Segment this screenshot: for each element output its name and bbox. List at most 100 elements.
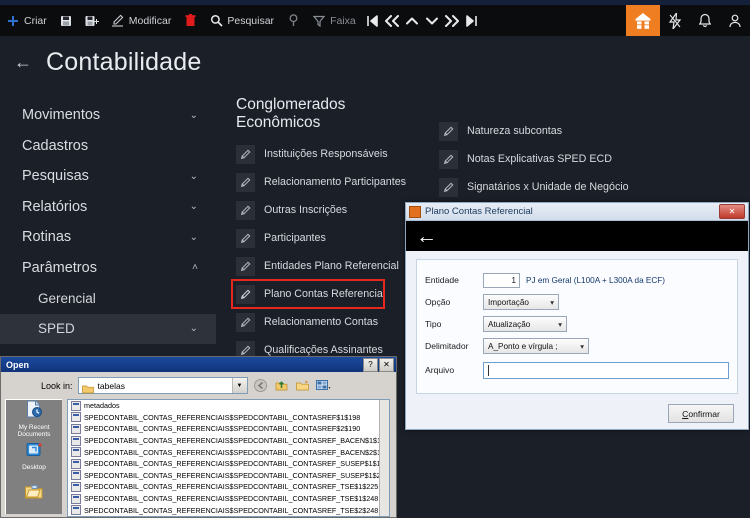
user-menu-button[interactable] xyxy=(720,5,750,36)
close-icon[interactable]: ✕ xyxy=(719,204,745,219)
look-in-value: tabelas xyxy=(97,380,125,391)
chevron-down-icon: ⌄ xyxy=(189,323,198,335)
list-item[interactable]: SPEDCONTABIL_CONTAS_REFERENCIAIS$SPEDCON… xyxy=(68,423,389,435)
sidebar-item-cadastros[interactable]: Cadastros xyxy=(0,131,216,162)
previous-page-icon xyxy=(384,14,399,27)
user-icon xyxy=(729,14,741,27)
search-button[interactable]: Pesquisar xyxy=(203,5,280,36)
dialog-title-bar[interactable]: Plano Contas Referencial ✕ xyxy=(406,203,748,221)
opcao-label: Opção xyxy=(425,297,451,307)
arquivo-input[interactable] xyxy=(483,361,729,379)
tipo-value: Atualização xyxy=(488,319,531,329)
menu-item-participantes[interactable]: Participantes xyxy=(232,224,432,252)
menu-item-notas-explicativas-sped-ecd[interactable]: Notas Explicativas SPED ECD xyxy=(435,145,665,173)
first-record-button[interactable] xyxy=(362,5,382,36)
chevron-down-icon[interactable]: ▼ xyxy=(231,378,247,393)
sidebar-item-label: Movimentos xyxy=(22,107,101,124)
file-list[interactable]: metadados SPEDCONTABIL_CONTAS_REFERENCIA… xyxy=(67,399,390,517)
sidebar-item-rotinas[interactable]: Rotinas ⌄ xyxy=(0,222,216,253)
sidebar-item-movimentos[interactable]: Movimentos ⌄ xyxy=(0,100,216,131)
sidebar-item-label: Parâmetros xyxy=(22,259,97,276)
sidebar-item-gerencial[interactable]: Gerencial xyxy=(0,283,216,314)
home-button[interactable] xyxy=(626,5,660,36)
place-desktop[interactable]: Desktop xyxy=(6,438,62,476)
confirm-button[interactable]: Confirmar xyxy=(668,404,734,423)
menu-item-label: Relacionamento Contas xyxy=(264,316,379,328)
menu-item-relacionamento-contas[interactable]: Relacionamento Contas xyxy=(232,308,432,336)
pencil-icon xyxy=(439,177,458,197)
previous-page-button[interactable] xyxy=(382,5,402,36)
menu-item-outras-inscricoes[interactable]: Outras Inscrições xyxy=(232,196,432,224)
sidebar-item-sped[interactable]: SPED ⌄ xyxy=(0,313,216,344)
menu-item-relacionamento-participantes[interactable]: Relacionamento Participantes xyxy=(232,168,432,196)
look-in-combo[interactable]: tabelas ▼ xyxy=(77,377,248,394)
place-my-recent-documents[interactable]: My Recent Documents xyxy=(6,400,62,438)
menu-item-label: Outras Inscrições xyxy=(264,204,348,216)
views-icon[interactable] xyxy=(316,378,332,393)
help-icon[interactable]: ? xyxy=(363,357,378,372)
pin-button[interactable] xyxy=(280,5,306,36)
create-label: Criar xyxy=(24,14,47,27)
range-filter-button[interactable]: Faixa xyxy=(306,5,362,36)
modify-button[interactable]: Modificar xyxy=(105,5,178,36)
menu-item-natureza-subcontas[interactable]: Natureza subcontas xyxy=(435,117,665,145)
sidebar-item-relatorios[interactable]: Relatórios ⌄ xyxy=(0,192,216,223)
place-my-documents[interactable] xyxy=(6,476,62,514)
open-dialog-title-bar[interactable]: Open ? ✕ xyxy=(1,357,396,372)
tipo-label: Tipo xyxy=(425,319,442,329)
dialog-title: Plano Contas Referencial xyxy=(425,206,533,217)
list-item[interactable]: SPEDCONTABIL_CONTAS_REFERENCIAIS$SPEDCON… xyxy=(68,481,389,493)
last-record-button[interactable] xyxy=(462,5,482,36)
list-item[interactable]: SPEDCONTABIL_CONTAS_REFERENCIAIS$SPEDCON… xyxy=(68,446,389,458)
sidebar-item-label: Rotinas xyxy=(22,229,72,246)
entidade-input[interactable]: 1 xyxy=(483,272,520,288)
list-item[interactable]: SPEDCONTABIL_CONTAS_REFERENCIAIS$SPEDCON… xyxy=(68,458,389,470)
next-page-button[interactable] xyxy=(442,5,462,36)
menu-item-label: Entidades Plano Referencial xyxy=(264,260,399,272)
close-icon[interactable]: ✕ xyxy=(379,357,394,372)
chevron-up-icon xyxy=(405,17,418,24)
list-item[interactable]: SPEDCONTABIL_CONTAS_REFERENCIAIS$SPEDCON… xyxy=(68,470,389,482)
back-icon[interactable] xyxy=(253,378,269,393)
recent-documents-icon xyxy=(24,400,44,423)
sidebar-item-pesquisas[interactable]: Pesquisas ⌄ xyxy=(0,161,216,192)
tipo-select[interactable]: Atualização ▾ xyxy=(483,316,567,332)
menu-item-entidades-plano-referencial[interactable]: Entidades Plano Referencial xyxy=(232,252,432,280)
notifications-button[interactable] xyxy=(690,5,720,36)
menu-item-plano-contas-referencial[interactable]: Plano Contas Referencial xyxy=(231,279,385,309)
save-as-button[interactable] xyxy=(79,5,105,36)
pencil-icon xyxy=(236,312,255,332)
list-item[interactable]: metadados xyxy=(68,400,389,412)
pencil-icon xyxy=(236,284,255,304)
filter-icon xyxy=(312,14,326,28)
opcao-value: Importação xyxy=(488,297,529,307)
list-item[interactable]: SPEDCONTABIL_CONTAS_REFERENCIAIS$SPEDCON… xyxy=(68,412,389,424)
list-item[interactable]: SPEDCONTABIL_CONTAS_REFERENCIAIS$SPEDCON… xyxy=(68,435,389,447)
lightning-icon xyxy=(668,12,682,29)
modify-label: Modificar xyxy=(128,14,172,27)
menu-item-instituicoes-responsaveis[interactable]: Instituições Responsáveis xyxy=(232,140,432,168)
list-item[interactable]: SPEDCONTABIL_CONTAS_REFERENCIAIS$SPEDCON… xyxy=(68,493,389,505)
save-button[interactable] xyxy=(53,5,79,36)
back-button[interactable]: ← xyxy=(0,52,46,73)
back-arrow-icon[interactable]: ← xyxy=(416,226,437,247)
delimitador-select[interactable]: A_Ponto e vírgula ; ▾ xyxy=(483,338,589,354)
list-item[interactable]: SPEDCONTABIL_CONTAS_REFERENCIAIS$SPEDCON… xyxy=(68,504,389,516)
sidebar-item-parametros[interactable]: Parâmetros ˄ xyxy=(0,253,216,284)
create-button[interactable]: Criar xyxy=(0,5,53,36)
file-name: SPEDCONTABIL_CONTAS_REFERENCIAIS$SPEDCON… xyxy=(84,447,390,457)
file-name: SPEDCONTABIL_CONTAS_REFERENCIAIS$SPEDCON… xyxy=(84,482,379,492)
previous-record-button[interactable] xyxy=(402,5,422,36)
menu-item-label: Notas Explicativas SPED ECD xyxy=(467,153,612,165)
quick-actions-button[interactable] xyxy=(660,5,690,36)
up-folder-icon[interactable] xyxy=(274,378,290,393)
opcao-select[interactable]: Importação ▾ xyxy=(483,294,559,310)
new-folder-icon[interactable] xyxy=(295,378,311,393)
next-record-button[interactable] xyxy=(422,5,442,36)
trash-icon xyxy=(183,14,197,28)
menu-item-signatarios-unidade-negocio[interactable]: Signatários x Unidade de Negócio xyxy=(435,173,665,201)
next-page-icon xyxy=(444,14,459,27)
file-list-scrollbar[interactable] xyxy=(379,400,389,516)
delete-button[interactable] xyxy=(177,5,203,36)
open-dialog-places-bar: My Recent Documents Desktop xyxy=(5,399,62,514)
